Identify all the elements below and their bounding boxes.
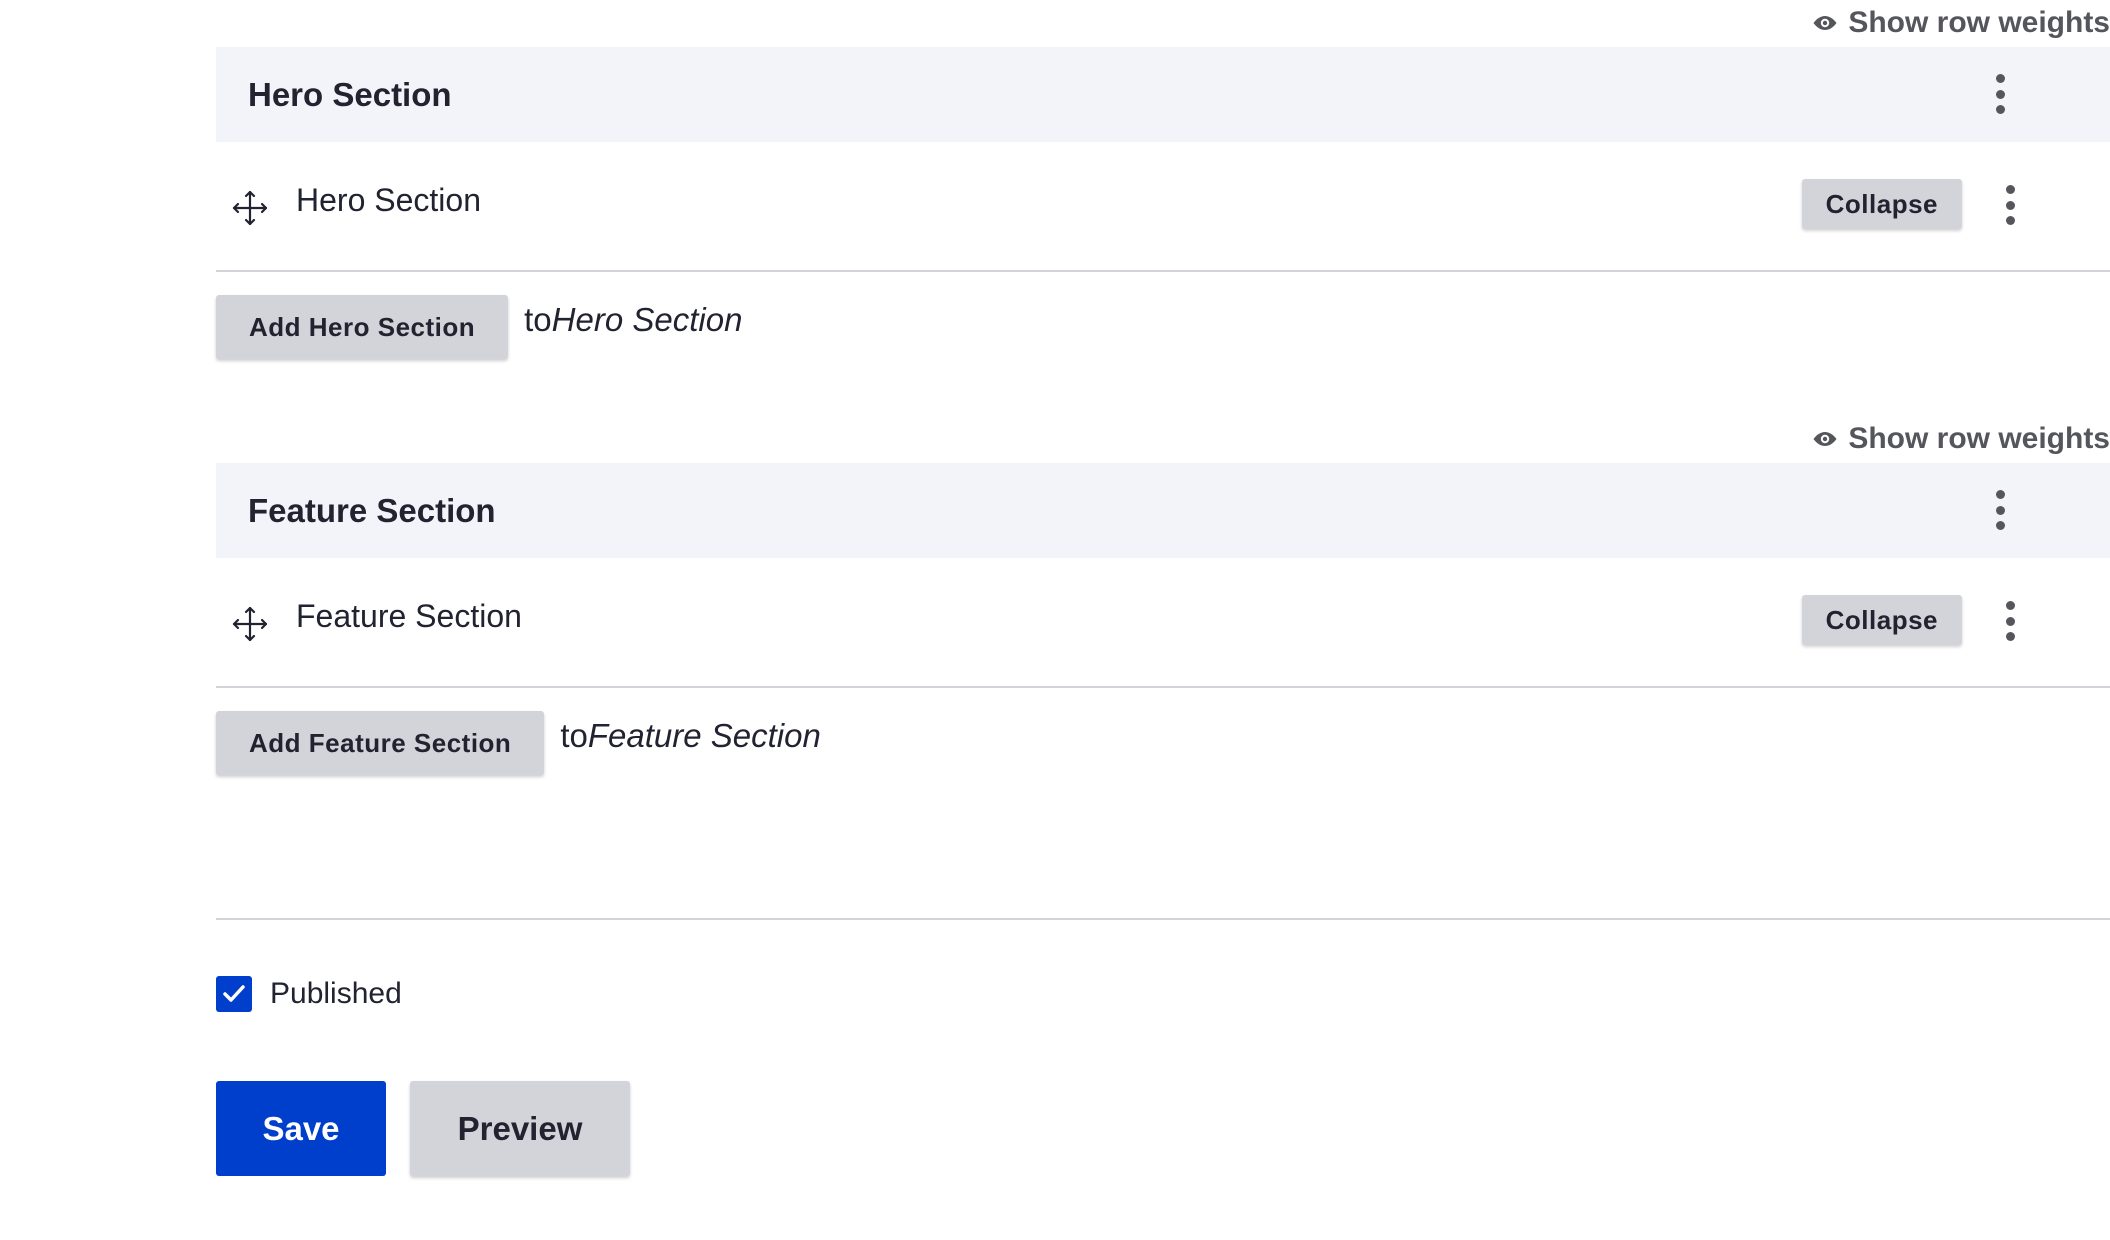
checkmark-icon xyxy=(223,985,245,1002)
row-label: Feature Section xyxy=(296,598,522,634)
table-header: Feature Section xyxy=(216,463,2110,558)
kebab-menu-icon[interactable] xyxy=(1990,74,2010,114)
add-to-text: toHero Section xyxy=(524,301,742,339)
save-button[interactable]: Save xyxy=(216,1081,386,1176)
hero-section-field: Show row weights Hero Section Hero Secti… xyxy=(216,0,2110,380)
kebab-menu-icon[interactable] xyxy=(2000,601,2020,641)
add-to-prefix: to xyxy=(524,301,552,338)
form-divider xyxy=(216,918,2110,920)
move-arrows-icon[interactable] xyxy=(230,604,270,644)
add-more-row: Add Feature Section toFeature Section xyxy=(216,711,821,777)
show-row-weights-toggle[interactable]: Show row weights xyxy=(1812,422,2110,456)
add-hero-section-button[interactable]: Add Hero Section xyxy=(216,295,509,359)
preview-button[interactable]: Preview xyxy=(410,1081,630,1176)
table-row: Feature Section Collapse xyxy=(216,558,2110,688)
table-header-title: Feature Section xyxy=(248,491,496,529)
row-label: Hero Section xyxy=(296,182,481,218)
show-row-weights-label: Show row weights xyxy=(1848,6,2110,39)
add-to-text: toFeature Section xyxy=(560,717,821,755)
published-label: Published xyxy=(270,977,402,1010)
kebab-menu-icon[interactable] xyxy=(2000,185,2020,225)
kebab-menu-icon[interactable] xyxy=(1990,490,2010,530)
add-to-prefix: to xyxy=(560,717,588,754)
form-actions: Save Preview xyxy=(216,1081,630,1176)
eye-icon xyxy=(1813,16,1837,30)
show-row-weights-toggle[interactable]: Show row weights xyxy=(1812,6,2110,40)
feature-section-field: Show row weights Feature Section Feature… xyxy=(216,416,2110,796)
published-checkbox-row: Published xyxy=(216,976,402,1012)
add-feature-section-button[interactable]: Add Feature Section xyxy=(216,711,545,775)
show-row-weights-label: Show row weights xyxy=(1848,422,2110,455)
table-header: Hero Section xyxy=(216,47,2110,142)
published-checkbox[interactable] xyxy=(216,976,252,1012)
collapse-button[interactable]: Collapse xyxy=(1801,179,1962,229)
table-header-title: Hero Section xyxy=(248,75,452,113)
eye-icon xyxy=(1813,432,1837,446)
move-arrows-icon[interactable] xyxy=(230,188,270,228)
add-more-row: Add Hero Section toHero Section xyxy=(216,295,742,361)
add-to-target: Hero Section xyxy=(551,301,743,338)
collapse-button[interactable]: Collapse xyxy=(1801,595,1962,645)
add-to-target: Feature Section xyxy=(587,717,821,754)
page: Show row weights Hero Section Hero Secti… xyxy=(0,0,2110,1240)
table-row: Hero Section Collapse xyxy=(216,142,2110,272)
